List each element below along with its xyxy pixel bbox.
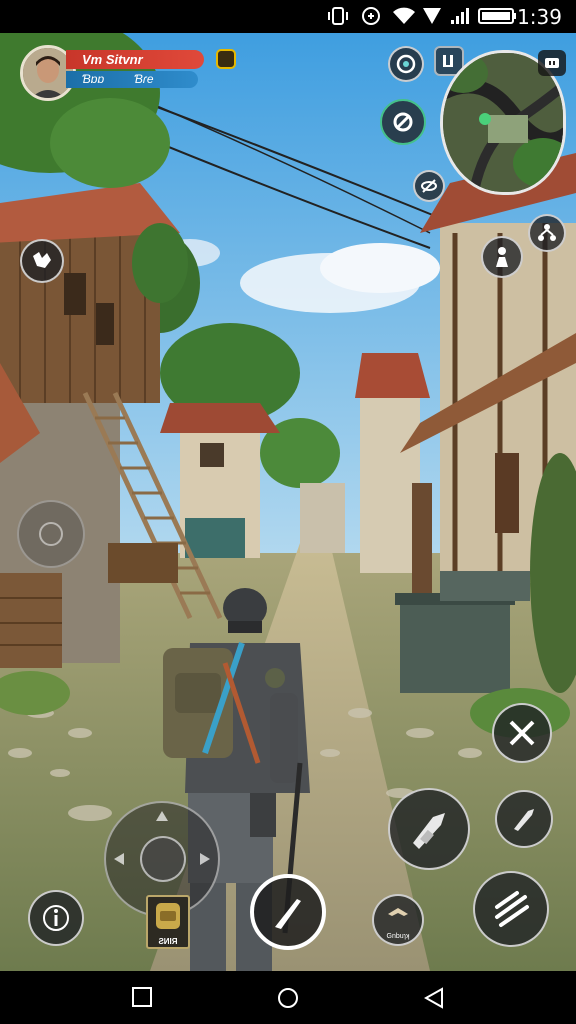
pickup-label: Gnbuɿʞ <box>386 933 410 940</box>
swords-icon <box>509 720 535 746</box>
emote-icon <box>33 252 51 268</box>
clock: 1:39 <box>517 5 562 29</box>
skill-tree-button[interactable] <box>528 214 566 252</box>
home-button[interactable] <box>277 987 299 1009</box>
scope-icon <box>39 522 63 546</box>
player-stat-a: Ɓɒɒ <box>82 72 105 86</box>
inventory-slot[interactable]: ƧИIЯ <box>146 895 190 949</box>
player-stat-b: Ɓɾe <box>134 72 154 86</box>
player-name-bar: Vm Sitvnr <box>66 50 204 69</box>
target-button[interactable] <box>388 46 424 82</box>
signal-bars-icon <box>451 8 469 24</box>
map-marker-icon <box>545 58 559 68</box>
look-button[interactable] <box>17 500 85 568</box>
slash-icon <box>495 891 529 927</box>
recents-button[interactable] <box>132 987 152 1007</box>
player-stats-bar: Ɓɒɒ Ɓɾe <box>66 71 198 88</box>
skill-tree-icon <box>538 224 556 241</box>
map-toggle-button[interactable] <box>538 50 566 76</box>
knife-icon <box>514 809 534 831</box>
crouch-icon <box>496 247 508 267</box>
vibrate-icon <box>328 7 348 25</box>
emote-button[interactable] <box>20 239 64 283</box>
weapon-icon <box>413 813 445 849</box>
inventory-slot-label: ƧИIЯ <box>158 937 178 946</box>
data-saver-icon <box>362 7 380 25</box>
menu-bars-icon <box>443 55 453 67</box>
info-icon <box>43 905 69 931</box>
visibility-button[interactable] <box>413 170 445 202</box>
player-name: Vm Sitvnr <box>82 52 143 67</box>
currency-icon[interactable] <box>216 49 236 69</box>
target-icon <box>396 54 416 74</box>
eye-off-icon <box>421 179 437 193</box>
weapon-icon <box>275 899 301 929</box>
wifi-icon <box>393 7 415 24</box>
slash-attack-button[interactable] <box>473 871 549 947</box>
melee-button[interactable] <box>492 703 552 763</box>
fire-button[interactable] <box>250 874 326 950</box>
pickup-button[interactable]: Gnbuɿʞ <box>372 894 424 946</box>
joystick-thumb[interactable] <box>140 836 186 882</box>
game-viewport[interactable]: Vm Sitvnr Ɓɒɒ Ɓɾe Gnbuɿʞ ƧИIЯ <box>0 33 576 971</box>
back-button[interactable] <box>424 987 444 1009</box>
battery-icon <box>478 8 516 24</box>
navigation-bar <box>0 971 576 1024</box>
skill-button[interactable] <box>380 99 426 145</box>
signal-icon <box>423 8 441 24</box>
crouch-button[interactable] <box>481 236 523 278</box>
player-marker <box>479 113 491 125</box>
status-bar: 1:39 <box>0 0 576 33</box>
hands-icon <box>388 908 408 916</box>
knife-button[interactable] <box>495 790 553 848</box>
backpack-icon <box>156 903 180 929</box>
info-button[interactable] <box>28 890 84 946</box>
weapon-button[interactable] <box>388 788 470 870</box>
gear-icon <box>393 112 413 132</box>
